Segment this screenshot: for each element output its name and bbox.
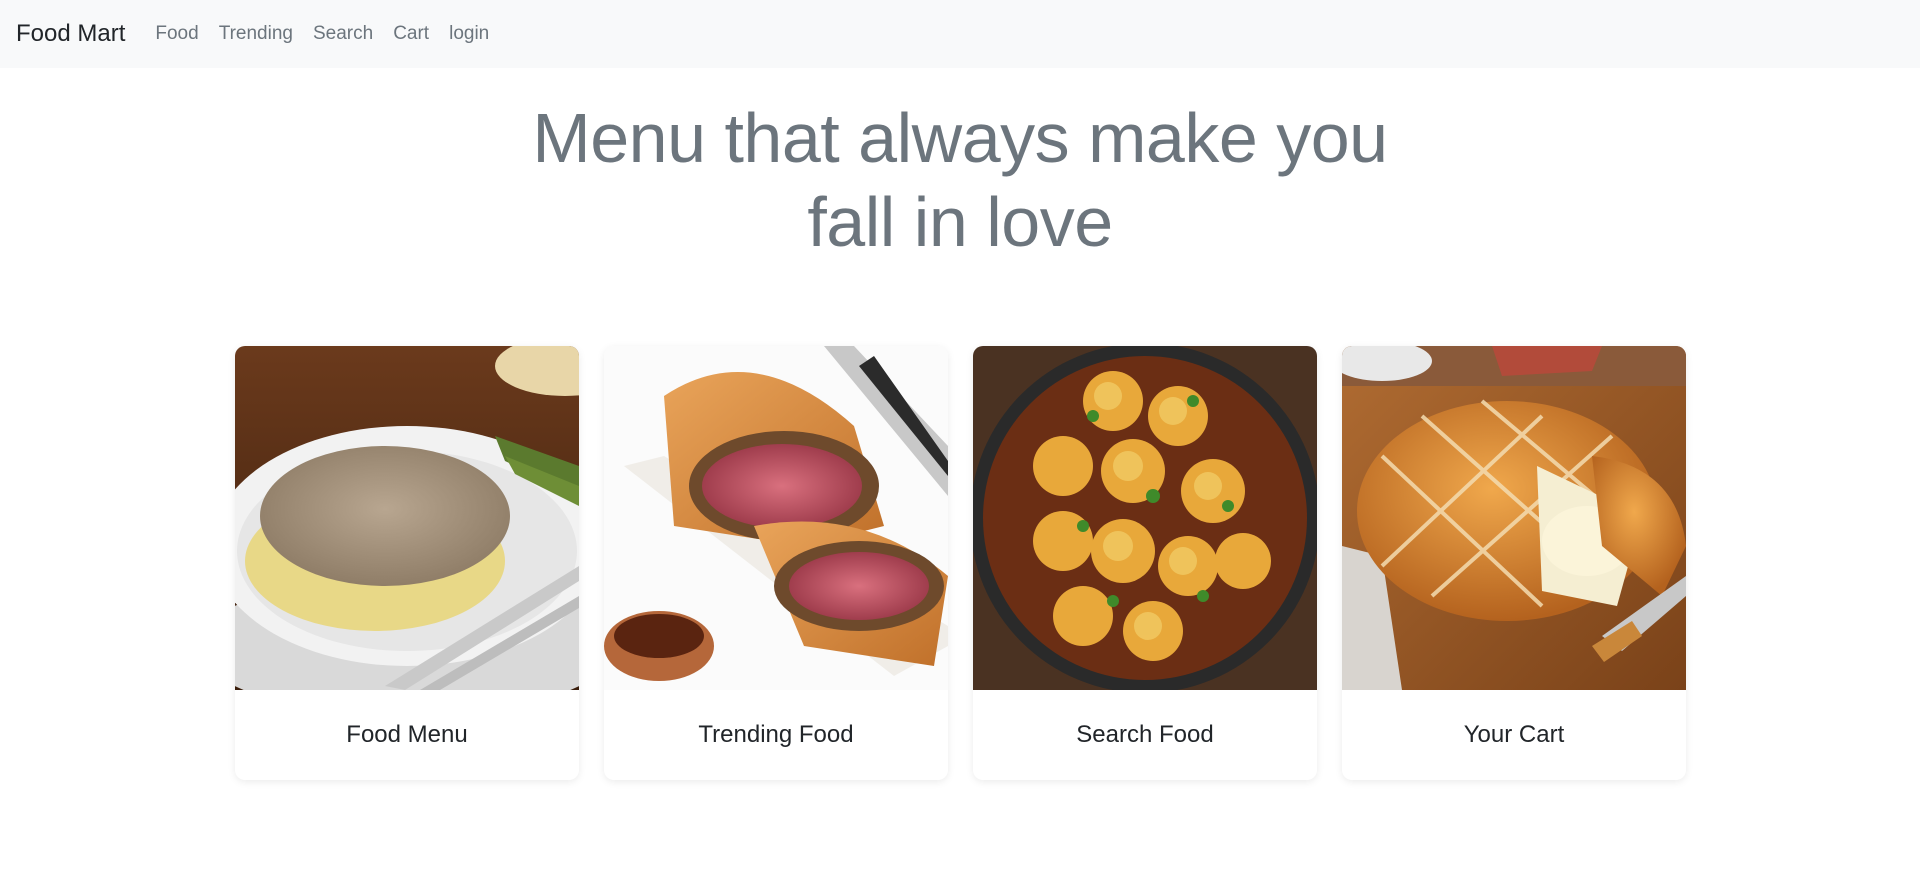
nav-link-cart[interactable]: Cart xyxy=(393,23,429,45)
card-title: Search Food xyxy=(1076,721,1214,748)
nav-link-search[interactable]: Search xyxy=(313,23,373,45)
card-title: Trending Food xyxy=(698,721,854,748)
stew-with-dumplings-image xyxy=(973,346,1317,690)
baked-brie-pastry-image xyxy=(1342,346,1686,690)
category-cards: Food Menu Trending Food Search Food Your… xyxy=(235,346,1686,780)
beef-stroganoff-image xyxy=(235,346,579,690)
card-trending-food[interactable]: Trending Food xyxy=(604,346,948,780)
beef-wellington-image xyxy=(604,346,948,690)
card-search-food[interactable]: Search Food xyxy=(973,346,1317,780)
brand-logo-link[interactable]: Food Mart xyxy=(16,20,125,48)
nav-links: Food Trending Search Cart login xyxy=(155,23,489,45)
hero-title: Menu that always make you fall in love xyxy=(510,96,1410,264)
nav-link-login[interactable]: login xyxy=(449,23,489,45)
hero-title-line1: Menu that always make you xyxy=(532,99,1388,177)
card-food-menu[interactable]: Food Menu xyxy=(235,346,579,780)
card-your-cart[interactable]: Your Cart xyxy=(1342,346,1686,780)
top-navbar: Food Mart Food Trending Search Cart logi… xyxy=(0,0,1920,68)
card-title: Food Menu xyxy=(346,721,468,748)
hero-title-line2: fall in love xyxy=(807,183,1113,261)
nav-link-food[interactable]: Food xyxy=(155,23,198,45)
nav-link-trending[interactable]: Trending xyxy=(219,23,293,45)
card-title: Your Cart xyxy=(1463,721,1565,748)
